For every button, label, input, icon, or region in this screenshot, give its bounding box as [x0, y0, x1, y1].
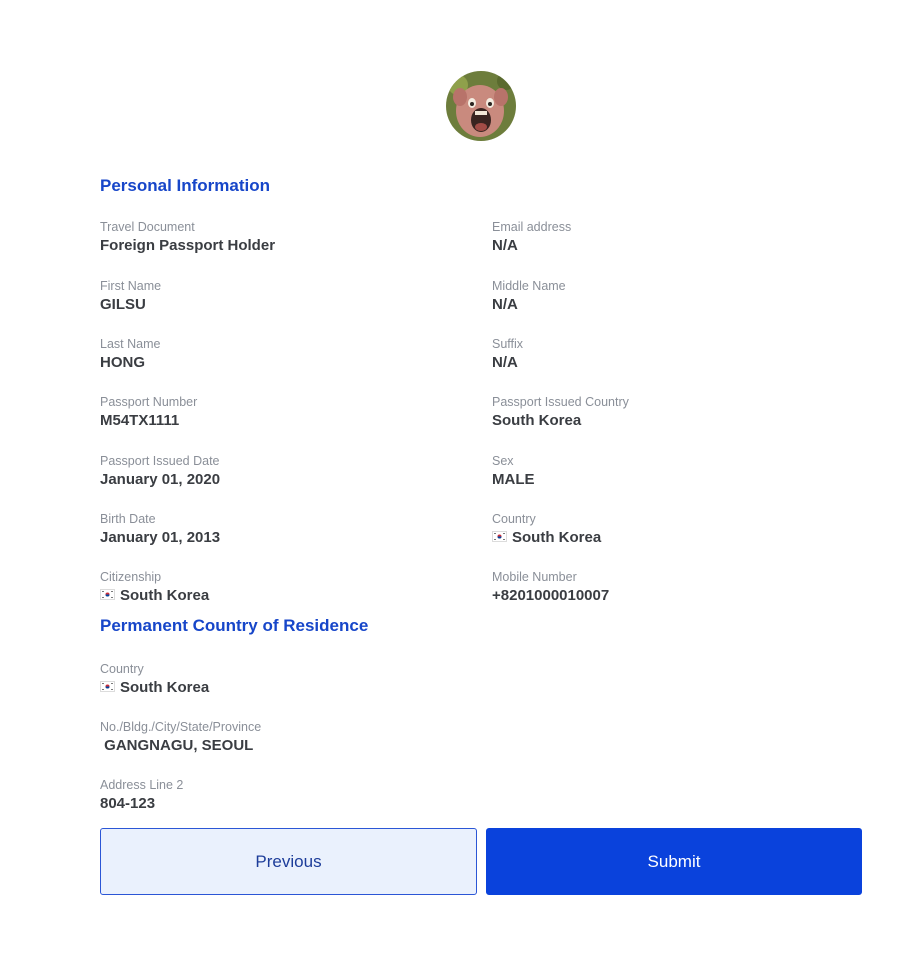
submit-button[interactable]: Submit	[486, 828, 862, 895]
field-country: Country South Korea	[492, 511, 852, 548]
field-value: January 01, 2020	[100, 471, 221, 488]
field-passport-issued-date: Passport Issued Date January 01, 2020	[100, 453, 460, 490]
field-label: Middle Name	[492, 279, 566, 293]
field-value: N/A	[492, 296, 518, 313]
south-korea-flag-icon	[100, 681, 115, 692]
field-value: N/A	[492, 354, 518, 371]
field-value: N/A	[492, 237, 518, 254]
section-title-permanent-residence: Permanent Country of Residence	[100, 616, 369, 635]
field-value: Foreign Passport Holder	[100, 237, 276, 254]
field-label: Birth Date	[100, 512, 156, 526]
residence-country-value-text: South Korea	[120, 679, 210, 696]
field-last-name: Last Name HONG	[100, 336, 460, 373]
field-label: Passport Number	[100, 395, 198, 409]
citizenship-value-text: South Korea	[120, 587, 210, 604]
field-value: 804-123	[100, 795, 156, 812]
field-value: +8201000010007	[492, 587, 610, 604]
field-email-address: Email address N/A	[492, 219, 852, 256]
field-passport-issued-country: Passport Issued Country South Korea	[492, 394, 852, 431]
field-sex: Sex MALE	[492, 453, 852, 490]
south-korea-flag-icon	[100, 589, 115, 600]
field-first-name: First Name GILSU	[100, 278, 460, 315]
field-label: Mobile Number	[492, 570, 577, 584]
field-label: Country	[492, 512, 536, 526]
field-value: South Korea	[100, 586, 460, 606]
field-address-line-2: Address Line 2 804-123	[100, 777, 460, 814]
field-value: January 01, 2013	[100, 529, 221, 546]
field-value: South Korea	[100, 678, 460, 698]
field-label: Passport Issued Date	[100, 454, 220, 468]
user-avatar	[446, 71, 516, 141]
south-korea-flag-icon	[492, 531, 507, 542]
section-title-personal-information: Personal Information	[100, 176, 271, 195]
field-value: South Korea	[492, 412, 582, 429]
field-value: GANGNAGU, SEOUL	[100, 737, 254, 754]
field-middle-name: Middle Name N/A	[492, 278, 852, 315]
field-value: MALE	[492, 471, 535, 488]
field-mobile-number: Mobile Number +8201000010007	[492, 569, 852, 606]
field-label: Suffix	[492, 337, 524, 351]
country-value-text: South Korea	[512, 529, 602, 546]
field-label: Last Name	[100, 337, 161, 351]
field-label: Sex	[492, 454, 514, 468]
field-value: GILSU	[100, 296, 146, 313]
field-label: Citizenship	[100, 570, 162, 584]
field-label: Email address	[492, 220, 572, 234]
field-label: Country	[100, 662, 144, 676]
previous-button[interactable]: Previous	[100, 828, 477, 895]
field-value: M54TX1111	[100, 412, 180, 429]
field-value: South Korea	[492, 528, 852, 548]
field-label: First Name	[100, 279, 162, 293]
field-label: Address Line 2	[100, 778, 184, 792]
field-citizenship: Citizenship South Korea	[100, 569, 460, 606]
field-passport-number: Passport Number M54TX1111	[100, 394, 460, 431]
field-value: HONG	[100, 354, 145, 371]
field-label: Travel Document	[100, 220, 195, 234]
field-suffix: Suffix N/A	[492, 336, 852, 373]
field-label: No./Bldg./City/State/Province	[100, 720, 262, 734]
field-residence-country: Country South Korea	[100, 661, 460, 698]
field-label: Passport Issued Country	[492, 395, 629, 409]
field-address-line-1: No./Bldg./City/State/Province GANGNAGU, …	[100, 719, 460, 756]
field-birth-date: Birth Date January 01, 2013	[100, 511, 460, 548]
field-travel-document: Travel Document Foreign Passport Holder	[100, 219, 460, 256]
